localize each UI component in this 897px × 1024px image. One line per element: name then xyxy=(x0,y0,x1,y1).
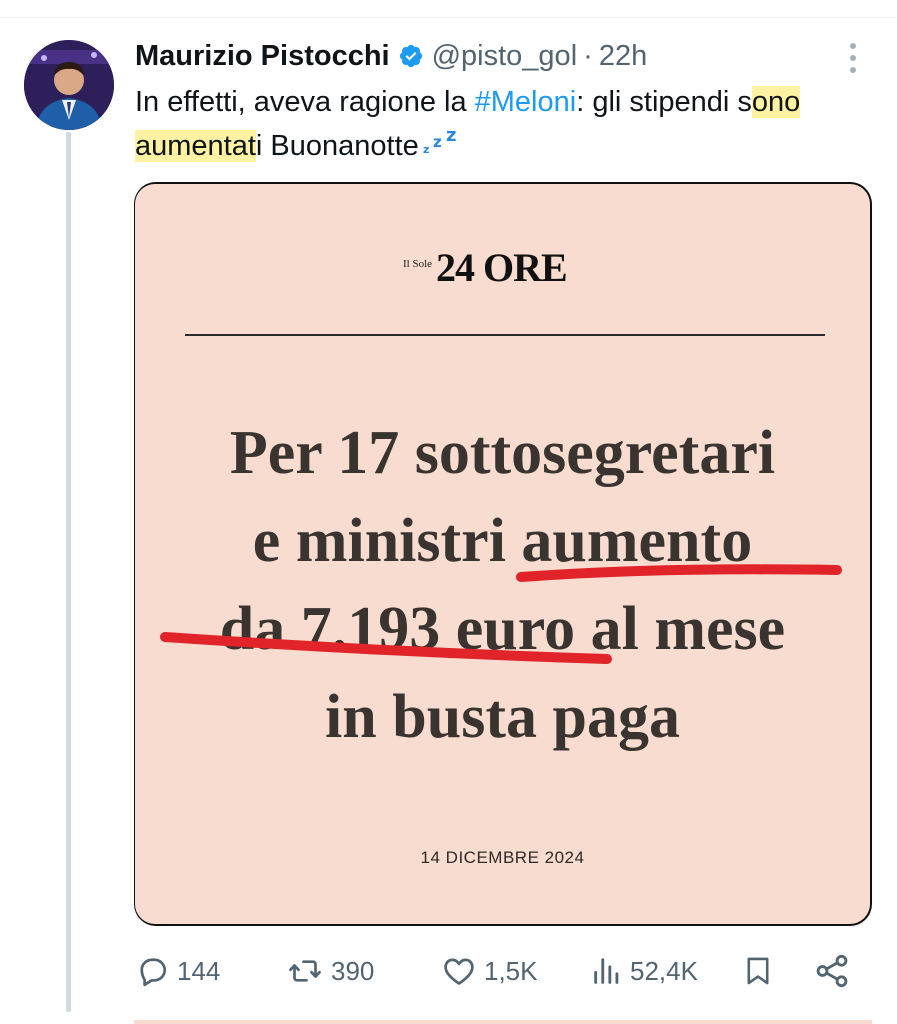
bookmark-button[interactable] xyxy=(741,946,775,996)
like-button[interactable]: 1,5K xyxy=(440,946,538,996)
share-icon xyxy=(813,952,851,990)
views-button[interactable]: 52,4K xyxy=(590,946,698,996)
thread-line xyxy=(66,132,71,1012)
top-divider xyxy=(0,17,897,18)
author-display-name[interactable]: Maurizio Pistocchi xyxy=(135,40,390,73)
newspaper-clipping: Il Sole 24 ORE Per 17 sottosegretari e m… xyxy=(135,184,870,924)
like-count: 1,5K xyxy=(484,955,538,986)
bookmark-icon xyxy=(741,952,775,990)
tweet-text-part3: i Buonanotte xyxy=(255,130,419,162)
tweet-timestamp[interactable]: 22h xyxy=(599,40,647,73)
red-underline-marks xyxy=(160,564,842,664)
reply-icon xyxy=(135,953,171,989)
svg-text:z: z xyxy=(446,129,456,146)
verified-badge-icon[interactable] xyxy=(398,43,424,69)
svg-text:z: z xyxy=(423,143,429,155)
tweet-action-bar: 144 390 1,5K 52,4K xyxy=(135,946,865,996)
retweet-icon xyxy=(285,953,325,989)
avatar[interactable] xyxy=(24,40,114,130)
svg-text:z: z xyxy=(433,133,442,151)
tweet-text-part2: : gli stipendi s xyxy=(576,86,752,118)
like-icon xyxy=(440,953,478,989)
more-options-icon[interactable] xyxy=(845,40,861,76)
zzz-icon: zzz xyxy=(423,124,463,168)
retweet-button[interactable]: 390 xyxy=(285,946,374,996)
views-count: 52,4K xyxy=(630,955,698,986)
tweet-text: In effetti, aveva ragione la #Meloni: gl… xyxy=(135,80,855,168)
tweet-header: Maurizio Pistocchi @pisto_gol · 22h xyxy=(135,38,647,74)
hashtag-link[interactable]: #Meloni xyxy=(475,86,577,118)
reply-button[interactable]: 144 xyxy=(135,946,220,996)
reply-count: 144 xyxy=(177,955,221,986)
article-date: 14 DICEMBRE 2024 xyxy=(420,848,585,867)
avatar-image xyxy=(24,40,114,130)
tweet-text-part1: In effetti, aveva ragione la xyxy=(135,86,475,118)
author-handle[interactable]: @pisto_gol xyxy=(432,40,578,73)
tweet-media-image[interactable]: Il Sole 24 ORE Per 17 sottosegretari e m… xyxy=(134,182,872,926)
separator-dot: · xyxy=(583,39,593,72)
retweet-count: 390 xyxy=(331,955,375,986)
share-button[interactable] xyxy=(813,946,851,996)
next-post-preview xyxy=(134,1020,872,1024)
views-icon xyxy=(590,953,624,989)
